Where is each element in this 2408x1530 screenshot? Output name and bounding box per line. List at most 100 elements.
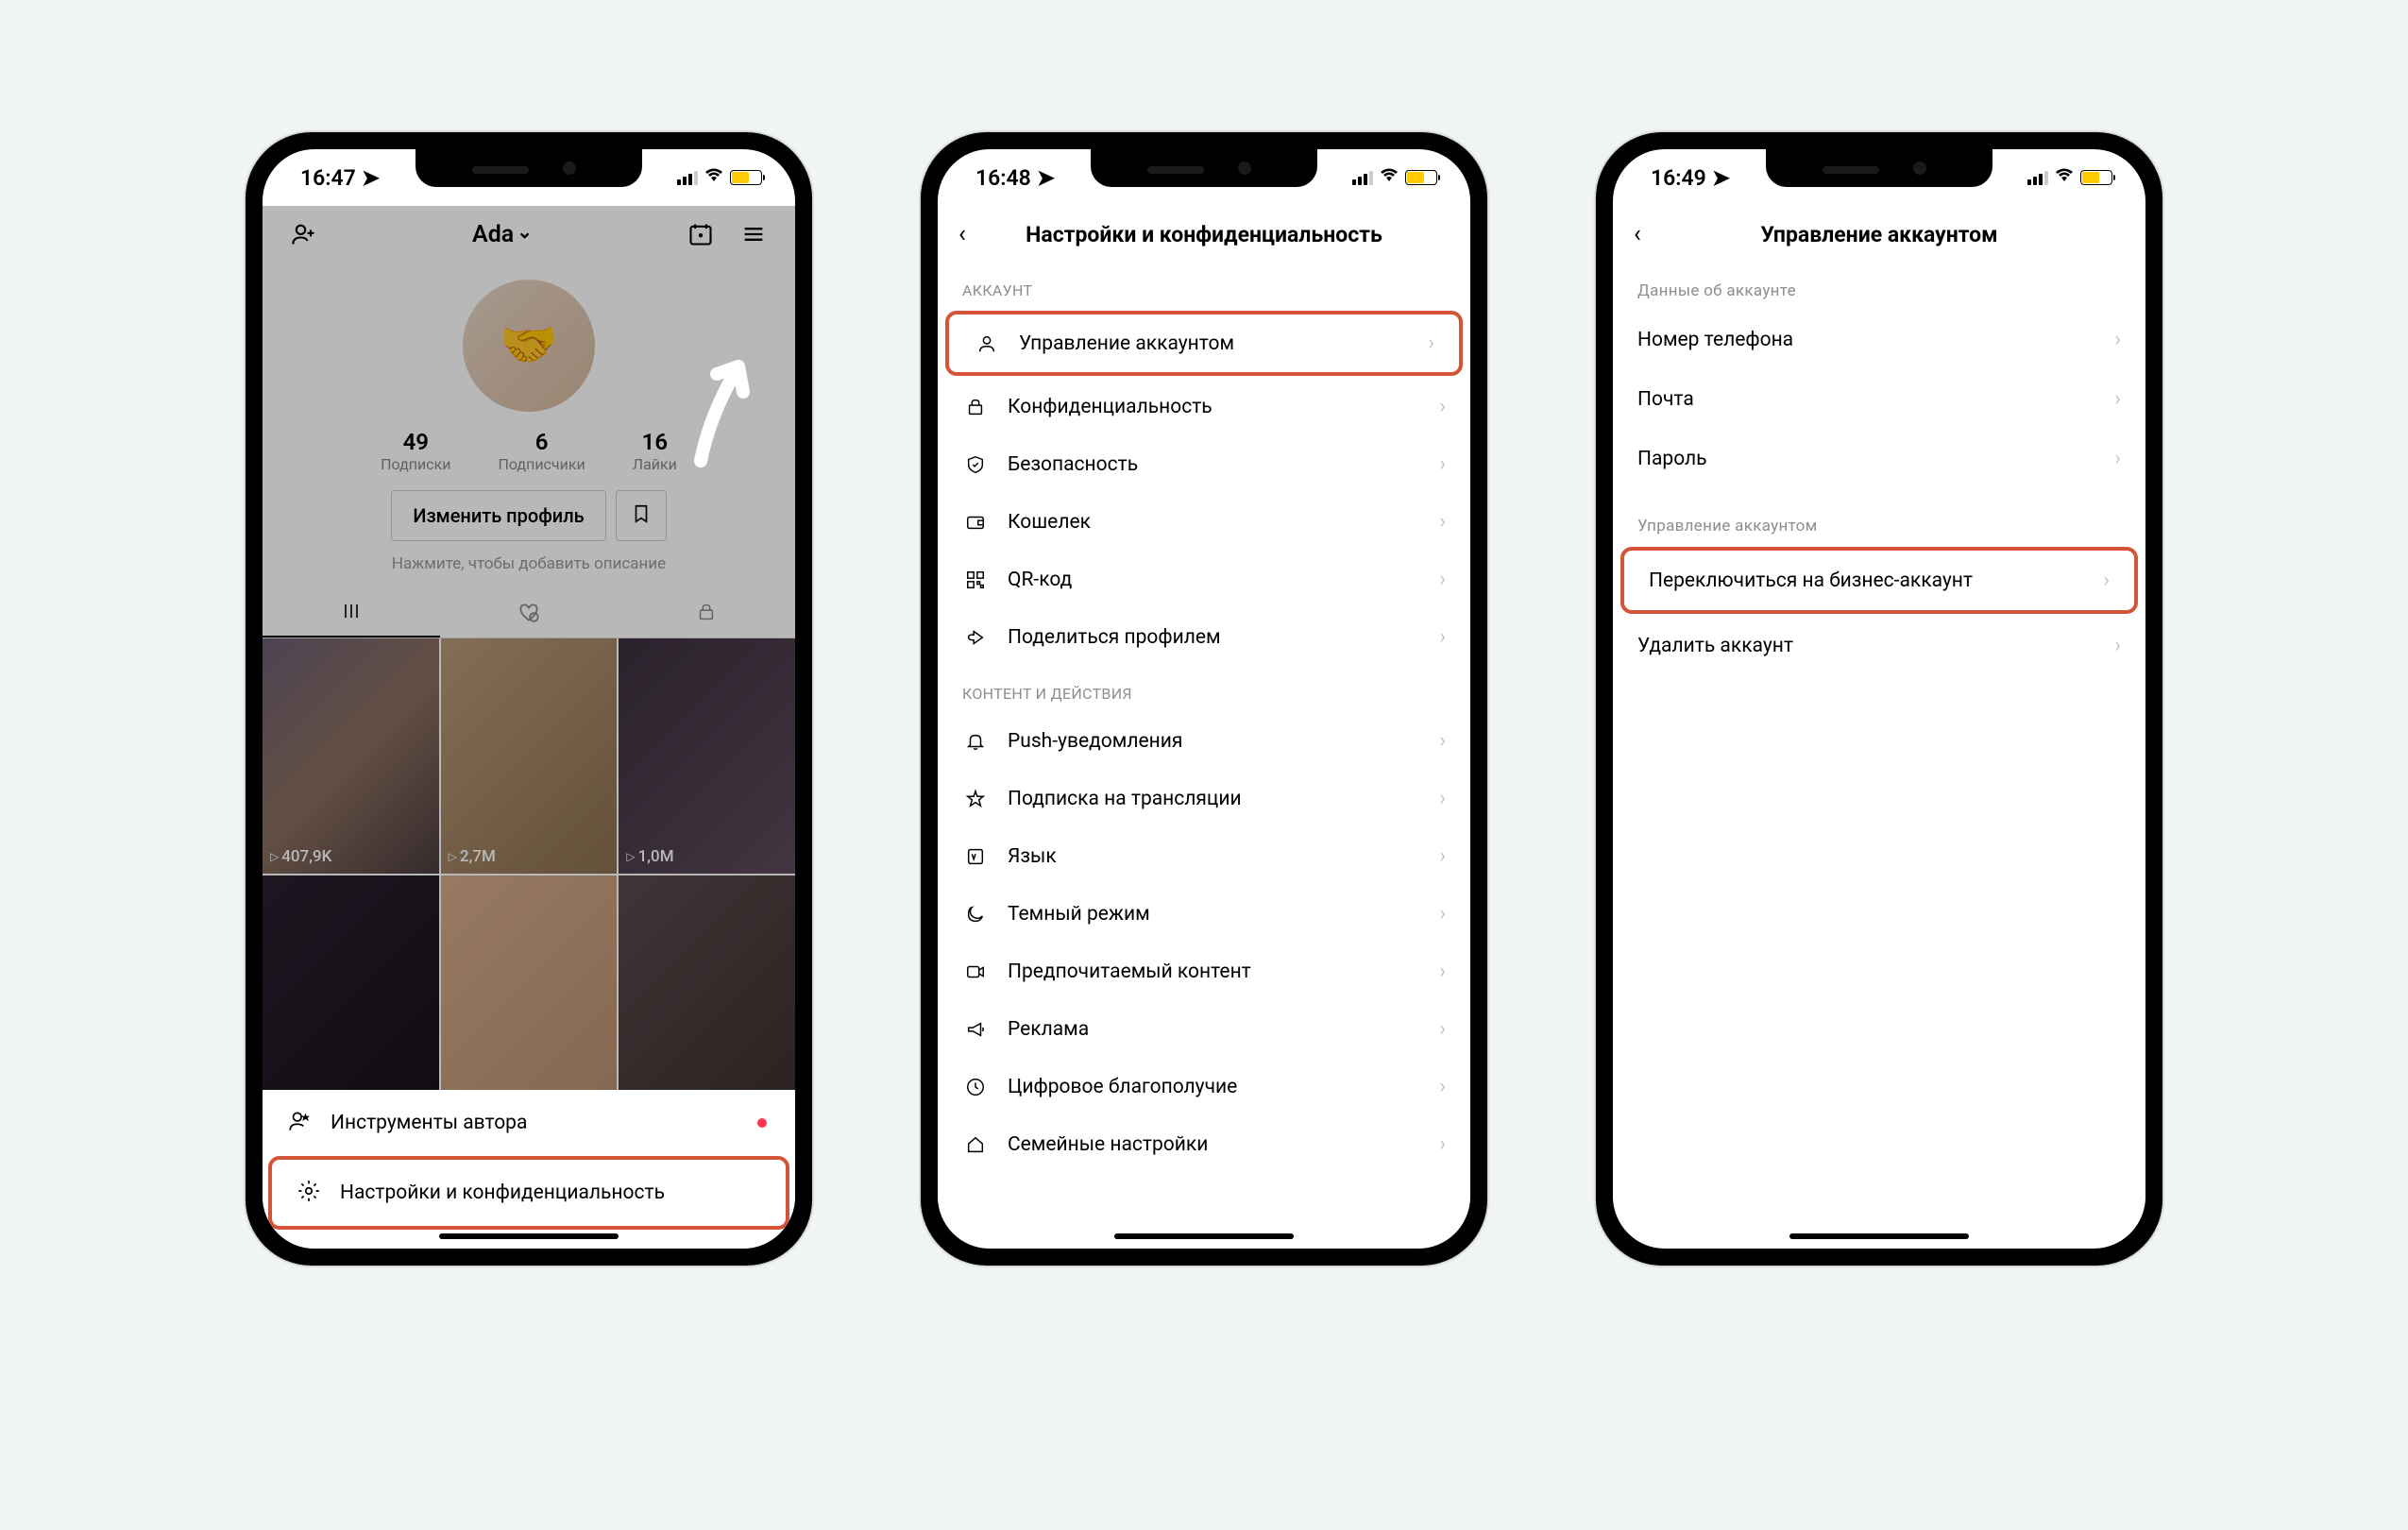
video-thumb[interactable] <box>619 876 795 1111</box>
profile-tabs <box>263 586 795 638</box>
sheet-item-creator-tools[interactable]: Инструменты автора <box>263 1090 795 1156</box>
notification-dot <box>757 1118 767 1128</box>
megaphone-icon <box>962 1019 989 1040</box>
row-wellbeing[interactable]: Цифровое благополучие› <box>938 1058 1470 1115</box>
chevron-right-icon: › <box>1439 510 1446 534</box>
nav-header: ‹ Управление аккаунтом <box>1613 206 2145 263</box>
row-phone[interactable]: Номер телефона› <box>1613 310 2145 369</box>
row-manage-account[interactable]: Управление аккаунтом› <box>949 314 1459 372</box>
signal-icon <box>1352 171 1373 185</box>
row-push[interactable]: Push-уведомления› <box>938 712 1470 770</box>
back-button[interactable]: ‹ <box>958 220 966 248</box>
stat-followers[interactable]: 6Подписчики <box>498 429 585 473</box>
bell-icon <box>962 731 989 752</box>
tab-posts[interactable] <box>263 586 440 638</box>
chevron-right-icon: › <box>2114 447 2121 470</box>
wifi-icon <box>1379 168 1399 188</box>
section-header-content: КОНТЕНТ И ДЕЙСТВИЯ <box>938 666 1470 712</box>
row-share[interactable]: Поделиться профилем› <box>938 608 1470 666</box>
page-title: Настройки и конфиденциальность <box>1026 222 1382 247</box>
notch <box>1766 149 1993 187</box>
clock-icon <box>962 1077 989 1097</box>
wallet-icon <box>962 512 989 533</box>
gear-icon <box>297 1179 321 1207</box>
row-dark[interactable]: Темный режим› <box>938 885 1470 943</box>
phone-mockup-3: 16:49➤ ‹ Управление аккаунтом Данные об … <box>1596 132 2162 1266</box>
video-thumb[interactable]: 1,0M <box>619 638 795 874</box>
add-friend-button[interactable] <box>286 216 322 252</box>
chevron-right-icon: › <box>1428 332 1434 355</box>
row-email[interactable]: Почта› <box>1613 369 2145 429</box>
edit-profile-button[interactable]: Изменить профиль <box>391 490 605 541</box>
wifi-icon <box>2054 168 2075 188</box>
user-star-icon <box>287 1109 312 1137</box>
chevron-right-icon: › <box>1439 902 1446 926</box>
share-icon <box>962 627 989 648</box>
row-password[interactable]: Пароль› <box>1613 429 2145 488</box>
battery-icon <box>2080 170 2112 185</box>
home-indicator <box>1789 1233 1969 1239</box>
row-delete-account[interactable]: Удалить аккаунт› <box>1613 616 2145 675</box>
chevron-right-icon: › <box>1439 787 1446 810</box>
section-header-manage: Управление аккаунтом <box>1613 488 2145 545</box>
row-wallet[interactable]: Кошелек› <box>938 493 1470 551</box>
tab-liked[interactable] <box>440 586 618 638</box>
row-ads[interactable]: Реклама› <box>938 1000 1470 1058</box>
chevron-right-icon: › <box>1439 844 1446 868</box>
row-family[interactable]: Семейные настройки› <box>938 1115 1470 1173</box>
location-icon: ➤ <box>1037 165 1055 191</box>
chevron-right-icon: › <box>1439 625 1446 649</box>
video-thumb[interactable]: 2,7M <box>441 638 618 874</box>
profile-stats: 49Подписки 6Подписчики 16Лайки <box>263 429 795 473</box>
sheet-item-settings[interactable]: Настройки и конфиденциальность <box>268 1156 789 1230</box>
person-icon <box>974 333 1000 354</box>
chevron-right-icon: › <box>1439 1075 1446 1098</box>
wifi-icon <box>704 168 724 188</box>
row-qr[interactable]: QR-код› <box>938 551 1470 608</box>
location-icon: ➤ <box>1712 165 1730 191</box>
notch <box>1091 149 1317 187</box>
section-header-account: АККАУНТ <box>938 263 1470 309</box>
chevron-right-icon: › <box>1439 729 1446 753</box>
phone-mockup-1: 16:47➤ Ada 🤝 49Подписки 6Подписчики 16Ла… <box>246 132 812 1266</box>
menu-button[interactable] <box>736 216 772 252</box>
row-privacy[interactable]: Конфиденциальность› <box>938 378 1470 435</box>
row-live-sub[interactable]: Подписка на трансляции› <box>938 770 1470 827</box>
status-time: 16:48 <box>975 165 1031 191</box>
row-switch-business[interactable]: Переключиться на бизнес-аккаунт› <box>1624 551 2134 610</box>
row-content-pref[interactable]: Предпочитаемый контент› <box>938 943 1470 1000</box>
star-icon <box>962 789 989 809</box>
page-title: Управление аккаунтом <box>1760 222 1997 247</box>
row-security[interactable]: Безопасность› <box>938 435 1470 493</box>
nav-header: ‹ Настройки и конфиденциальность <box>938 206 1470 263</box>
signal-icon <box>2027 171 2048 185</box>
back-button[interactable]: ‹ <box>1634 220 1641 248</box>
chevron-right-icon: › <box>1439 568 1446 591</box>
profile-username[interactable]: Ada <box>472 221 533 248</box>
moon-icon <box>962 904 989 925</box>
section-header-account-info: Данные об аккаунте <box>1613 263 2145 310</box>
insights-button[interactable] <box>683 216 719 252</box>
chevron-right-icon: › <box>2114 634 2121 657</box>
video-thumb[interactable]: 407,9K <box>263 638 439 874</box>
row-language[interactable]: Язык› <box>938 827 1470 885</box>
chevron-right-icon: › <box>2114 387 2121 411</box>
location-icon: ➤ <box>362 165 380 191</box>
stat-following[interactable]: 49Подписки <box>381 429 450 473</box>
video-thumb[interactable] <box>441 876 618 1111</box>
bio-text[interactable]: Нажмите, чтобы добавить описание <box>263 554 795 573</box>
chevron-right-icon: › <box>1439 1132 1446 1156</box>
avatar[interactable]: 🤝 <box>463 280 595 412</box>
notch <box>415 149 642 187</box>
video-thumb[interactable] <box>263 876 439 1111</box>
tab-private[interactable] <box>618 586 795 638</box>
profile-header: Ada <box>263 206 795 263</box>
stat-likes[interactable]: 16Лайки <box>633 429 677 473</box>
bookmark-button[interactable] <box>616 490 667 541</box>
chevron-right-icon: › <box>1439 960 1446 983</box>
battery-icon <box>1405 170 1437 185</box>
battery-icon <box>730 170 762 185</box>
signal-icon <box>677 171 698 185</box>
status-time: 16:49 <box>1651 165 1706 191</box>
chevron-right-icon: › <box>1439 395 1446 418</box>
